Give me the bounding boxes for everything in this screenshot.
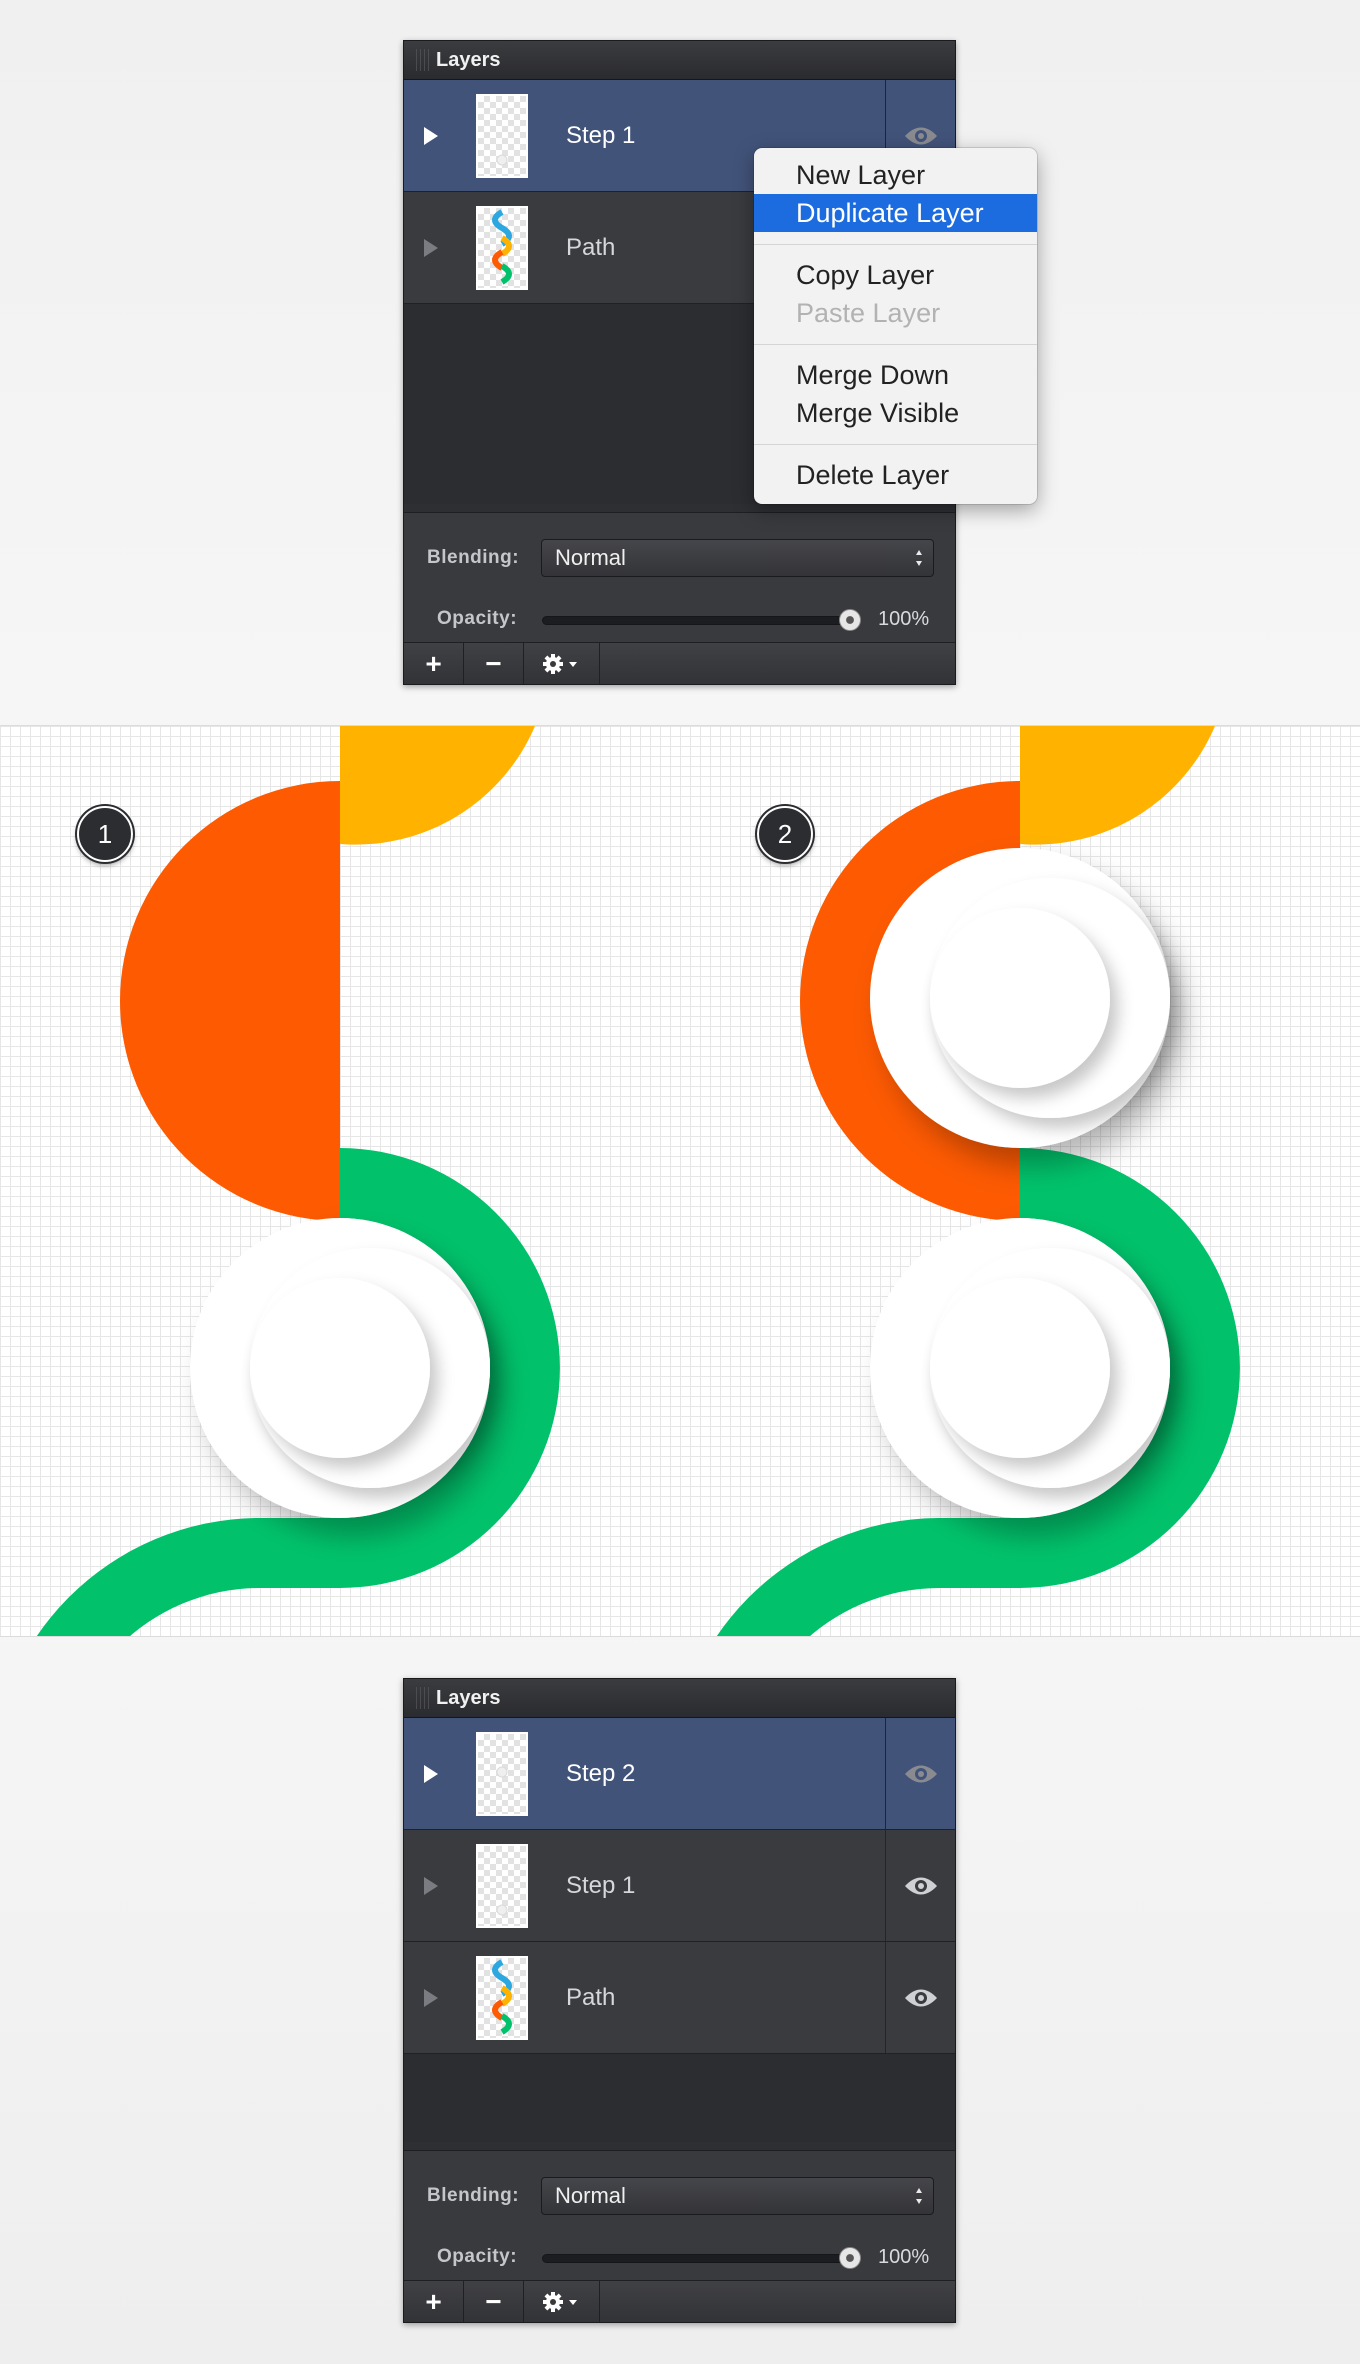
grip-handle-icon[interactable]	[416, 49, 430, 71]
yellow-quarter-shape	[1020, 726, 1215, 845]
layer-controls: Blending: Normal Opacity: 100%	[404, 2150, 955, 2280]
menu-item-new-layer[interactable]: New Layer	[754, 156, 1037, 194]
layer-thumbnail	[476, 1843, 528, 1928]
layer-row-path[interactable]: Path	[404, 1942, 955, 2054]
panel-titlebar[interactable]: Layers	[404, 1679, 955, 1718]
gear-icon	[542, 2291, 577, 2312]
expand-triangle-icon[interactable]	[424, 238, 438, 257]
add-layer-button[interactable]: +	[404, 643, 464, 684]
expand-triangle-icon[interactable]	[424, 1988, 438, 2007]
opacity-slider[interactable]	[542, 609, 861, 631]
white-circle-inner	[930, 1278, 1110, 1458]
expand-triangle-icon[interactable]	[424, 1876, 438, 1895]
expand-triangle-icon[interactable]	[424, 1764, 438, 1783]
gear-icon	[542, 653, 577, 674]
layer-thumbnail	[476, 1955, 528, 2040]
layer-row-step-2[interactable]: Step 2	[404, 1718, 955, 1830]
step-badge-1: 1	[77, 806, 133, 862]
menu-separator	[754, 444, 1037, 445]
panel-title: Layers	[436, 1686, 501, 1709]
menu-item-duplicate-layer[interactable]: Duplicate Layer	[754, 194, 1037, 232]
layer-controls: Blending: Normal Opacity: 100%	[404, 512, 955, 642]
grip-handle-icon[interactable]	[416, 1687, 430, 1709]
blending-value: Normal	[555, 545, 626, 570]
add-layer-button[interactable]: +	[404, 2281, 464, 2322]
eye-icon	[904, 1989, 937, 2006]
opacity-slider-thumb[interactable]	[839, 609, 861, 631]
layer-options-button[interactable]	[524, 2281, 600, 2322]
visibility-toggle[interactable]	[885, 1830, 955, 1941]
layer-thumbnail	[476, 93, 528, 178]
visibility-toggle[interactable]	[885, 1942, 955, 2053]
step-badge-2: 2	[757, 806, 813, 862]
step-1-illustration	[36, 726, 560, 1636]
panel-title: Layers	[436, 48, 501, 71]
illustration-graphic	[36, 726, 1240, 1636]
layers-panel-bottom: Layers Step 2 Step 1 Path Blending: Norm…	[403, 1678, 956, 2323]
layer-options-button[interactable]	[524, 643, 600, 684]
panel-toolbar: + −	[404, 2280, 955, 2322]
remove-layer-button[interactable]: −	[464, 2281, 524, 2322]
menu-item-delete-layer[interactable]: Delete Layer	[754, 456, 1037, 494]
opacity-label: Opacity:	[437, 2246, 518, 2267]
menu-item-merge-down[interactable]: Merge Down	[754, 356, 1037, 394]
menu-separator	[754, 244, 1037, 245]
opacity-slider[interactable]	[542, 2247, 861, 2269]
artboard-canvas: 1 2	[0, 725, 1360, 1637]
opacity-slider-thumb[interactable]	[839, 2247, 861, 2269]
blending-label: Blending:	[427, 547, 520, 568]
layer-name: Step 1	[566, 121, 636, 149]
step-2-illustration	[716, 726, 1240, 1636]
layer-context-menu: New Layer Duplicate Layer Copy Layer Pas…	[754, 148, 1037, 504]
visibility-toggle[interactable]	[885, 1718, 955, 1829]
remove-layer-button[interactable]: −	[464, 643, 524, 684]
blending-select[interactable]: Normal	[541, 2177, 934, 2215]
opacity-label: Opacity:	[437, 608, 518, 629]
panel-titlebar[interactable]: Layers	[404, 41, 955, 80]
opacity-value: 100%	[878, 2246, 930, 2268]
layer-row-step-1[interactable]: Step 1	[404, 1830, 955, 1942]
expand-triangle-icon[interactable]	[424, 126, 438, 145]
select-arrows-icon	[916, 2188, 922, 2204]
select-arrows-icon	[916, 550, 922, 566]
layer-name: Path	[566, 1983, 616, 2011]
white-circle-inner-duplicate	[930, 908, 1110, 1088]
layer-thumbnail	[476, 205, 528, 290]
menu-item-paste-layer: Paste Layer	[796, 298, 941, 328]
eye-icon	[904, 127, 937, 144]
layer-thumbnail	[476, 1731, 528, 1816]
eye-icon	[904, 1765, 937, 1782]
yellow-quarter-shape	[340, 726, 535, 845]
white-circle-inner	[250, 1278, 430, 1458]
panel-toolbar: + −	[404, 642, 955, 684]
eye-icon	[904, 1877, 937, 1894]
layer-name: Path	[566, 233, 616, 261]
layer-name: Step 2	[566, 1759, 636, 1787]
menu-separator	[754, 344, 1037, 345]
opacity-value: 100%	[878, 608, 930, 630]
orange-half-circle	[120, 781, 340, 1221]
layer-list-empty-area	[404, 2054, 955, 2142]
menu-item-merge-visible[interactable]: Merge Visible	[754, 394, 1037, 432]
layer-name: Step 1	[566, 1871, 636, 1899]
blending-label: Blending:	[427, 2185, 520, 2206]
menu-item-copy-layer[interactable]: Copy Layer	[754, 256, 1037, 294]
blending-value: Normal	[555, 2183, 626, 2208]
blending-select[interactable]: Normal	[541, 539, 934, 577]
